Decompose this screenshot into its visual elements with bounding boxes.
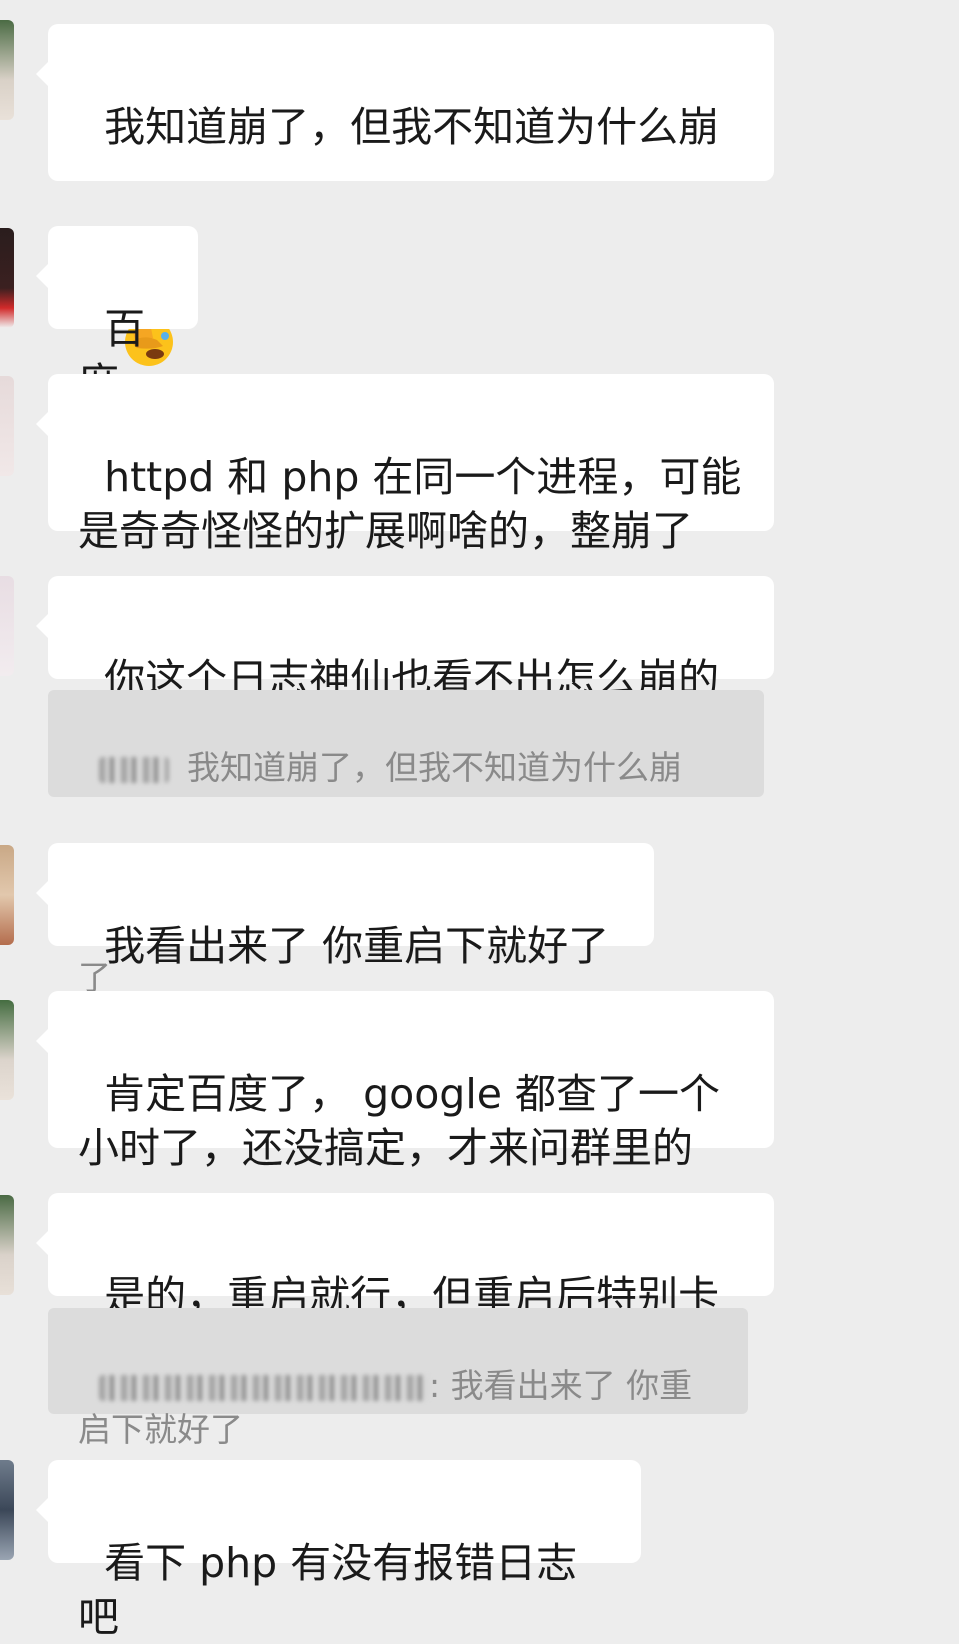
message-text: httpd 和 php 在同一个进程，可能 是奇奇怪怪的扩展啊啥的，整崩了 <box>78 453 742 555</box>
avatar[interactable] <box>0 845 14 945</box>
avatar[interactable] <box>0 576 14 676</box>
blurred-sender-name <box>98 756 169 783</box>
avatar[interactable] <box>0 1460 14 1560</box>
message-text: 我看出来了 你重启下就好了 <box>104 922 610 970</box>
quoted-text: 启下就好了 <box>78 1410 243 1449</box>
message-bubble[interactable]: 百度 <box>36 226 198 407</box>
message-text: 看下 php 有没有报错日志吧 <box>78 1539 578 1641</box>
message-bubble[interactable]: 看下 php 有没有报错日志吧 <box>36 1460 641 1641</box>
avatar[interactable] <box>0 1195 14 1295</box>
message-bubble[interactable]: 你这个日志神仙也看不出怎么崩的 <box>36 576 774 703</box>
message-bubble[interactable]: 我知道崩了，但我不知道为什么崩 了 <box>36 24 774 467</box>
quoted-text: 我知道崩了，但我不知道为什么崩 <box>186 748 682 787</box>
message-text: 肯定百度了， google 都查了一个 小时了，还没搞定，才来问群里的 <box>78 1070 720 1172</box>
message-text: 我知道崩了，但我不知道为什么崩 <box>104 103 720 151</box>
message-bubble[interactable]: 我看出来了 你重启下就好了 <box>36 843 654 970</box>
blurred-sender-name <box>98 1374 429 1401</box>
quoted-text: : 我看出来了 你重 <box>428 1366 693 1405</box>
message-bubble[interactable]: httpd 和 php 在同一个进程，可能 是奇奇怪怪的扩展啊啥的，整崩了 <box>36 374 774 555</box>
quoted-message[interactable]: 我知道崩了，但我不知道为什么崩了 <box>48 690 764 997</box>
message-bubble[interactable]: 肯定百度了， google 都查了一个 小时了，还没搞定，才来问群里的 <box>36 991 774 1172</box>
avatar[interactable] <box>0 228 14 328</box>
avatar[interactable] <box>0 376 14 476</box>
avatar[interactable] <box>0 20 14 120</box>
avatar[interactable] <box>0 1000 14 1100</box>
message-bubble[interactable]: 是的，重启就行，但重启后特别卡 <box>36 1193 774 1320</box>
quoted-message[interactable]: : 我看出来了 你重启下就好了 <box>48 1308 748 1449</box>
